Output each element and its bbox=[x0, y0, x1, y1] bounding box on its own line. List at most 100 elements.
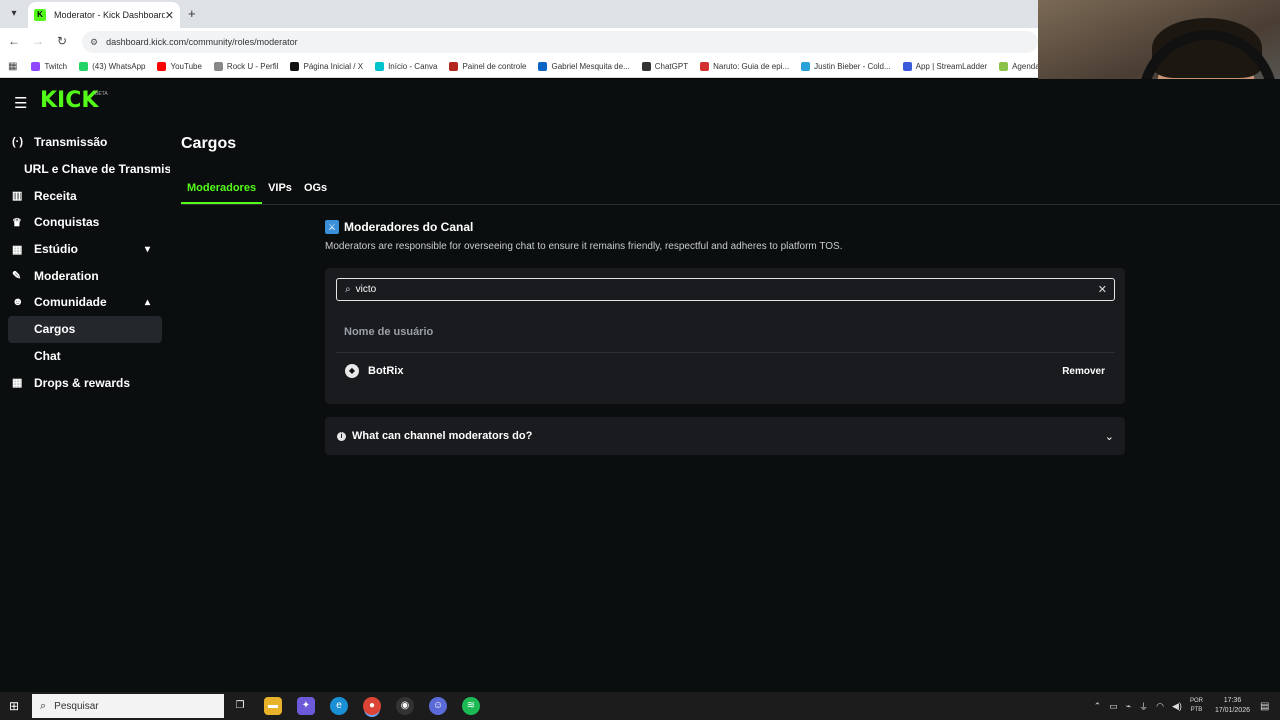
moderator-search-input[interactable]: ⌕ victo ✕ bbox=[336, 278, 1115, 301]
address-url: dashboard.kick.com/community/roles/moder… bbox=[106, 37, 298, 47]
table-row: ◆ BotRix Remover bbox=[336, 354, 1115, 388]
tab-list-chevron-icon[interactable]: ▾ bbox=[6, 6, 22, 22]
bookmark-label: ChatGPT bbox=[654, 62, 689, 71]
bookmark-label: Rock U - Perfil bbox=[226, 62, 279, 71]
file-explorer-icon[interactable]: ▬ bbox=[264, 697, 282, 715]
bookmark-item[interactable]: (43) WhatsApp bbox=[79, 62, 145, 71]
task-view-icon[interactable]: ❐ bbox=[231, 697, 249, 715]
bookmark-item[interactable]: Naruto: Guia de epi... bbox=[700, 62, 789, 71]
spotify-icon[interactable]: ≋ bbox=[462, 697, 480, 715]
new-tab-plus-icon[interactable]: + bbox=[188, 6, 196, 21]
usb-icon[interactable]: ⏚ bbox=[1139, 700, 1148, 713]
sidebar-item-label: Estúdio bbox=[34, 242, 78, 257]
taskbar-search[interactable]: ⌕ Pesquisar bbox=[32, 694, 224, 718]
bookmark-favicon-icon bbox=[213, 62, 223, 71]
tab-ogs[interactable]: OGs bbox=[298, 179, 333, 204]
bookmark-item[interactable]: Rock U - Perfil bbox=[213, 62, 279, 71]
apps-grid-icon[interactable]: ▦ bbox=[8, 61, 17, 72]
tab-vips[interactable]: VIPs bbox=[262, 179, 298, 204]
sidebar-item-estudio[interactable]: ▦ Estúdio ▾ bbox=[0, 236, 170, 263]
remove-button[interactable]: Remover bbox=[1062, 366, 1105, 377]
chevron-up-icon[interactable]: ▴ bbox=[145, 297, 150, 308]
sidebar-item-url-chave[interactable]: URL e Chave de Transmissão bbox=[0, 156, 170, 183]
back-arrow-icon[interactable]: ← bbox=[6, 34, 22, 48]
bookmark-item[interactable]: YouTube bbox=[157, 62, 202, 71]
bookmark-favicon-icon bbox=[157, 62, 167, 71]
bookmark-label: (43) WhatsApp bbox=[92, 62, 146, 71]
browser-tab-title: Moderator - Kick Dashboard bbox=[54, 10, 165, 20]
bookmark-label: Gabriel Mesquita de... bbox=[551, 62, 630, 71]
obs-icon[interactable]: ◉ bbox=[396, 697, 414, 715]
taskbar-search-placeholder: Pesquisar bbox=[54, 700, 99, 712]
bookmark-item[interactable]: Gabriel Mesquita de... bbox=[538, 62, 630, 71]
bookmark-label: YouTube bbox=[170, 62, 202, 71]
moderator-username[interactable]: BotRix bbox=[368, 365, 403, 377]
site-info-icon[interactable]: ⚙ bbox=[90, 37, 98, 48]
wifi-icon[interactable]: ◠ bbox=[1156, 701, 1164, 712]
sidebar-item-comunidade[interactable]: ☻ Comunidade ▴ bbox=[0, 289, 170, 316]
browser-tab[interactable]: K Moderator - Kick Dashboard ✕ bbox=[28, 2, 180, 28]
section-description: Moderators are responsible for overseein… bbox=[325, 241, 843, 252]
gift-icon: ▦ bbox=[12, 377, 23, 390]
bookmark-item[interactable]: Justin Bieber - Cold... bbox=[801, 62, 891, 71]
chevron-down-icon[interactable]: ▾ bbox=[145, 244, 150, 255]
bookmark-favicon-icon bbox=[79, 62, 89, 71]
clear-search-icon[interactable]: ✕ bbox=[1098, 283, 1107, 296]
sidebar-item-label: Comunidade bbox=[34, 295, 107, 310]
address-bar[interactable]: ⚙ dashboard.kick.com/community/roles/mod… bbox=[82, 31, 1038, 53]
sword-icon: ⚔ bbox=[325, 220, 339, 234]
bookmark-item[interactable]: ChatGPT bbox=[641, 62, 689, 71]
faq-accordion[interactable]: i What can channel moderators do? ⌄ bbox=[325, 417, 1125, 455]
kick-logo[interactable]: KICK bbox=[40, 88, 98, 113]
hamburger-menu-icon[interactable]: ☰ bbox=[14, 94, 27, 112]
search-icon: ⌕ bbox=[40, 699, 47, 712]
search-value[interactable]: victo bbox=[356, 284, 377, 295]
moderators-card: ⌕ victo ✕ Nome de usuário ◆ BotRix Remov… bbox=[325, 268, 1125, 404]
language-indicator[interactable]: POR PTB bbox=[1190, 697, 1203, 715]
bookmark-favicon-icon bbox=[449, 62, 459, 71]
bookmark-item[interactable]: Agenda bbox=[999, 62, 1040, 71]
sidebar-item-label: Conquistas bbox=[34, 215, 100, 230]
chevron-up-icon[interactable]: ⌃ bbox=[1094, 701, 1102, 712]
bookmark-item[interactable]: App | StreamLadder bbox=[902, 62, 987, 71]
volume-icon[interactable]: ◀) bbox=[1172, 701, 1182, 712]
tab-moderadores[interactable]: Moderadores bbox=[181, 179, 263, 204]
bookmark-favicon-icon bbox=[538, 62, 548, 71]
bookmark-favicon-icon bbox=[290, 62, 300, 71]
tab-close-icon[interactable]: ✕ bbox=[165, 9, 174, 22]
battery-icon[interactable]: ▭ bbox=[1109, 701, 1118, 712]
taskbar: ⊞ ⌕ Pesquisar ❐ ▬ ✦ e ● ◉ ☺ ≋ ⌃ ▭ ⌁ ⏚ ◠ … bbox=[0, 692, 1280, 720]
clock[interactable]: 17:36 17/01/2026 bbox=[1215, 696, 1250, 716]
bookmark-item[interactable]: Página Inicial / X bbox=[290, 62, 363, 71]
clock-time: 17:36 bbox=[1223, 697, 1242, 704]
sidebar-item-transmissao[interactable]: (·) Transmissão bbox=[0, 129, 170, 156]
windows-start-icon[interactable]: ⊞ bbox=[9, 699, 19, 713]
bookmark-item[interactable]: Twitch bbox=[31, 62, 67, 71]
copilot-icon[interactable]: ✦ bbox=[297, 697, 315, 715]
sidebar-item-label: Drops & rewards bbox=[34, 375, 131, 390]
chrome-icon[interactable]: ● bbox=[363, 697, 381, 715]
sidebar-item-drops[interactable]: ▦ Drops & rewards bbox=[0, 369, 170, 396]
keyboard-layout: PTB bbox=[1190, 707, 1203, 713]
sidebar-item-label: URL e Chave de Transmissão bbox=[24, 162, 170, 177]
row-divider bbox=[336, 352, 1115, 353]
avatar: ◆ bbox=[345, 364, 359, 378]
sidebar-item-moderation[interactable]: ✎ Moderation bbox=[0, 262, 170, 289]
edge-icon[interactable]: e bbox=[330, 697, 348, 715]
chevron-down-icon[interactable]: ⌄ bbox=[1105, 430, 1114, 443]
bookmark-item[interactable]: Início - Canva bbox=[375, 62, 437, 71]
network-icon[interactable]: ⌁ bbox=[1126, 701, 1131, 712]
reload-icon[interactable]: ↻ bbox=[54, 34, 70, 48]
notification-icon[interactable]: ▤ bbox=[1260, 701, 1280, 712]
sidebar-item-chat[interactable]: Chat bbox=[0, 343, 170, 370]
broadcast-icon: (·) bbox=[12, 136, 23, 149]
discord-icon[interactable]: ☺ bbox=[429, 697, 447, 715]
info-icon: i bbox=[337, 431, 346, 441]
kick-dashboard: ☰ KICK BETA (·) Transmissão URL e Chave … bbox=[0, 79, 1280, 692]
bookmark-item[interactable]: Painel de controle bbox=[449, 62, 526, 71]
sidebar-item-conquistas[interactable]: ♛ Conquistas bbox=[0, 209, 170, 236]
sidebar: (·) Transmissão URL e Chave de Transmiss… bbox=[0, 129, 170, 396]
sidebar-item-cargos[interactable]: Cargos bbox=[8, 315, 162, 343]
sidebar-item-receita[interactable]: ▥ Receita bbox=[0, 182, 170, 209]
forward-arrow-icon[interactable]: → bbox=[30, 34, 46, 48]
